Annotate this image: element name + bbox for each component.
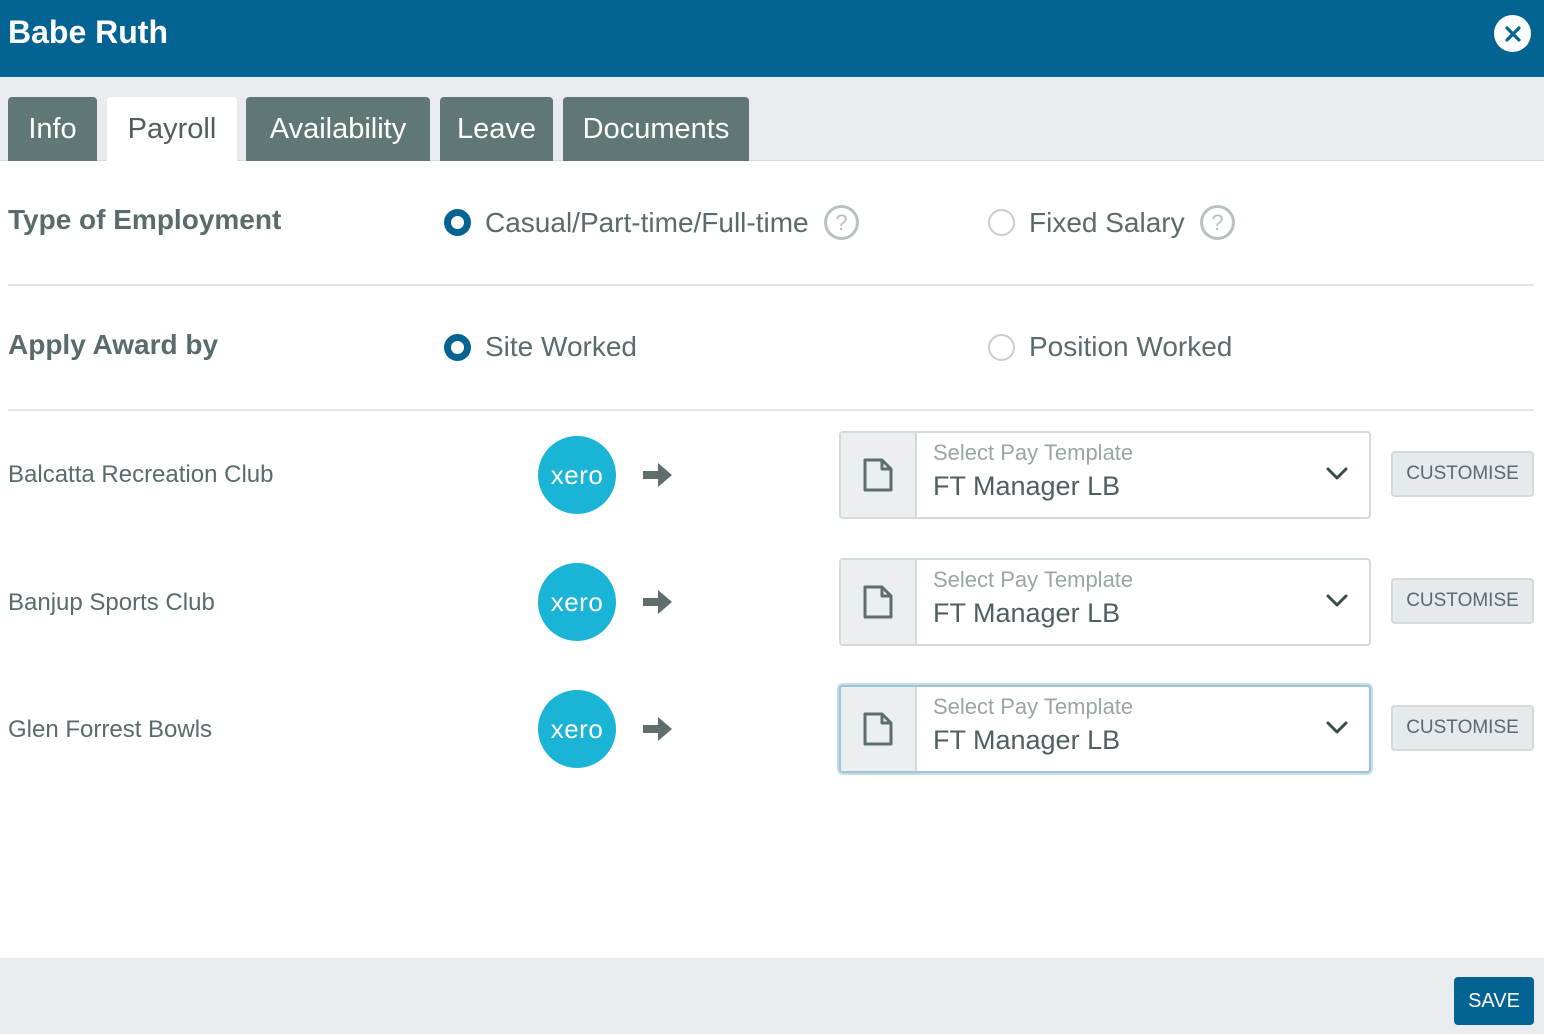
document-icon [863,458,893,492]
document-icon [863,585,893,619]
select-value: FT Manager LB [933,471,1121,501]
customise-button[interactable]: CUSTOMISE [1391,578,1534,624]
xero-logo: xero [538,690,616,768]
tab-bar: Info Payroll Availability Leave Document… [0,77,1544,161]
site-name: Glen Forrest Bowls [8,716,213,743]
xero-logo: xero [538,563,616,641]
select-placeholder: Select Pay Template [933,694,1134,719]
employment-option-fixed-salary[interactable]: Fixed Salary ? [988,204,1236,241]
modal-footer: SAVE [0,958,1544,1034]
svg-text:?: ? [835,210,847,235]
site-name: Balcatta Recreation Club [8,461,274,488]
section-divider [8,409,1534,411]
modal-header: Babe Ruth [0,0,1544,77]
apply-award-label: Apply Award by [8,329,219,360]
section-divider [8,284,1534,286]
pay-template-select[interactable]: Select Pay Template FT Manager LB [839,685,1371,773]
xero-logo: xero [538,436,616,514]
arrow-right-icon [643,463,672,487]
arrow-right-icon [643,717,672,741]
employee-name-title: Babe Ruth [8,14,168,50]
tab-leave[interactable]: Leave [440,97,553,161]
tab-documents[interactable]: Documents [563,97,749,161]
help-icon[interactable]: ? [1199,204,1236,241]
chevron-down-icon [1326,721,1348,734]
save-button[interactable]: SAVE [1454,977,1534,1025]
document-icon [863,712,893,746]
tab-info[interactable]: Info [8,97,97,161]
customise-button[interactable]: CUSTOMISE [1391,451,1534,497]
employment-option-fixed-salary-label: Fixed Salary [1029,206,1185,238]
radio-button-checked[interactable] [444,209,471,236]
arrow-right-icon [643,590,672,614]
select-value: FT Manager LB [933,725,1121,755]
award-option-site-worked-label: Site Worked [485,331,637,362]
site-name: Banjup Sports Club [8,589,215,616]
customise-button[interactable]: CUSTOMISE [1391,705,1534,751]
radio-button-unchecked[interactable] [988,209,1015,236]
award-option-position-worked[interactable]: Position Worked [988,329,1232,365]
close-icon [1504,25,1521,42]
select-addon [841,560,917,644]
select-addon [841,687,917,771]
select-placeholder: Select Pay Template [933,440,1134,465]
award-option-position-worked-label: Position Worked [1029,331,1233,362]
svg-text:?: ? [1211,210,1223,235]
chevron-down-icon [1326,467,1348,480]
pay-template-select[interactable]: Select Pay Template FT Manager LB [839,431,1371,519]
chevron-down-icon [1326,594,1348,607]
help-icon[interactable]: ? [823,204,860,241]
select-addon [841,433,917,517]
radio-button-unchecked[interactable] [988,333,1015,361]
tab-availability[interactable]: Availability [246,97,430,161]
employment-option-casual-label: Casual/Part-time/Full-time [485,206,809,238]
pay-template-select[interactable]: Select Pay Template FT Manager LB [839,558,1371,646]
close-button[interactable] [1494,15,1531,52]
tab-payroll[interactable]: Payroll [107,97,237,161]
employment-option-casual[interactable]: Casual/Part-time/Full-time ? [444,204,860,241]
select-placeholder: Select Pay Template [933,567,1134,592]
select-value: FT Manager LB [933,598,1121,628]
employment-type-label: Type of Employment [8,204,282,235]
award-option-site-worked[interactable]: Site Worked [444,329,637,365]
radio-button-checked[interactable] [444,333,471,361]
